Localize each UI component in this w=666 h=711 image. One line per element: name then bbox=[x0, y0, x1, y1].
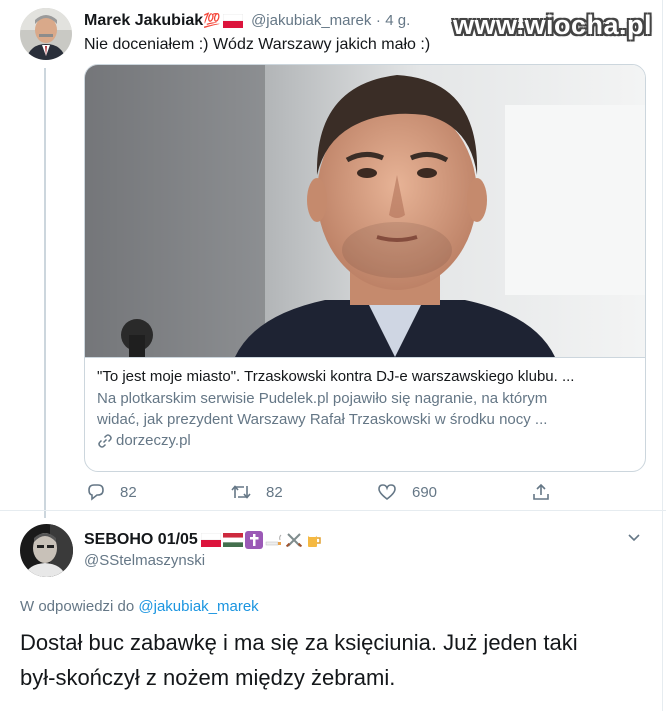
reply-text-line1: Dostał buc zabawkę i ma się za księciuni… bbox=[20, 630, 578, 655]
beer-mug-icon bbox=[307, 533, 321, 547]
poland-flag-icon bbox=[222, 13, 243, 28]
author-handle[interactable]: @jakubiak_marek bbox=[251, 12, 371, 29]
reply-context-prefix: W odpowiedzi do bbox=[20, 598, 135, 615]
tweet-divider bbox=[0, 510, 666, 511]
right-border bbox=[662, 0, 663, 711]
thread-line bbox=[44, 68, 46, 518]
card-image bbox=[85, 65, 645, 357]
reply-button[interactable]: 82 bbox=[86, 482, 137, 502]
card-body: "To jest moje miasto". Trzaskowski kontr… bbox=[85, 357, 645, 471]
crossed-swords-icon bbox=[285, 533, 302, 548]
card-domain-text: dorzeczy.pl bbox=[116, 432, 191, 449]
reply-context-mention[interactable]: @jakubiak_marek bbox=[138, 598, 258, 615]
author-name[interactable]: Marek Jakubiak bbox=[84, 12, 203, 29]
share-button[interactable] bbox=[531, 482, 565, 502]
hungary-flag-icon bbox=[222, 533, 243, 547]
like-button[interactable]: 690 bbox=[376, 482, 437, 502]
card-domain: dorzeczy.pl bbox=[97, 432, 191, 449]
like-count: 690 bbox=[412, 483, 438, 501]
reply-count: 82 bbox=[120, 483, 137, 501]
link-card[interactable]: "To jest moje miasto". Trzaskowski kontr… bbox=[84, 64, 646, 472]
card-description-line1: Na plotkarskim serwisie Pudelek.pl pojaw… bbox=[97, 390, 548, 407]
retweet-button[interactable]: 82 bbox=[230, 482, 283, 502]
time-separator: · bbox=[375, 12, 381, 29]
tweet-header: Marek Jakubiak💯 @jakubiak_marek · 4 g. bbox=[84, 10, 410, 30]
watermark-logo: www.wiocha.pl bbox=[452, 10, 652, 40]
retweet-icon bbox=[231, 485, 251, 499]
link-icon bbox=[98, 433, 112, 448]
poland-flag-icon bbox=[200, 533, 221, 547]
reply-author-name[interactable]: SEBOHO 01/05 bbox=[84, 530, 198, 550]
reply-author-avatar[interactable] bbox=[20, 524, 73, 577]
heart-icon bbox=[378, 484, 396, 501]
chevron-down-icon[interactable] bbox=[626, 532, 642, 544]
reply-icon bbox=[88, 484, 104, 501]
tweet-time[interactable]: 4 g. bbox=[385, 12, 410, 29]
tweet-text: Nie doceniałem :) Wódz Warszawy jakich m… bbox=[84, 36, 431, 53]
reply-context: W odpowiedzi do @jakubiak_marek bbox=[20, 598, 259, 615]
share-icon bbox=[533, 483, 549, 500]
reply-author-handle[interactable]: @SStelmaszynski bbox=[84, 552, 205, 569]
reply-header: SEBOHO 01/05 bbox=[84, 530, 323, 550]
hundred-emoji: 💯 bbox=[203, 12, 221, 28]
cigarette-icon bbox=[265, 534, 282, 546]
card-description-line2: widać, jak prezydent Warszawy Rafał Trza… bbox=[97, 411, 548, 428]
author-avatar[interactable] bbox=[20, 8, 72, 60]
reply-text-line2: był-skończył z nożem między żebrami. bbox=[20, 665, 396, 690]
retweet-count: 82 bbox=[266, 483, 283, 501]
card-title: "To jest moje miasto". Trzaskowski kontr… bbox=[97, 368, 575, 385]
latin-cross-icon bbox=[244, 531, 263, 549]
